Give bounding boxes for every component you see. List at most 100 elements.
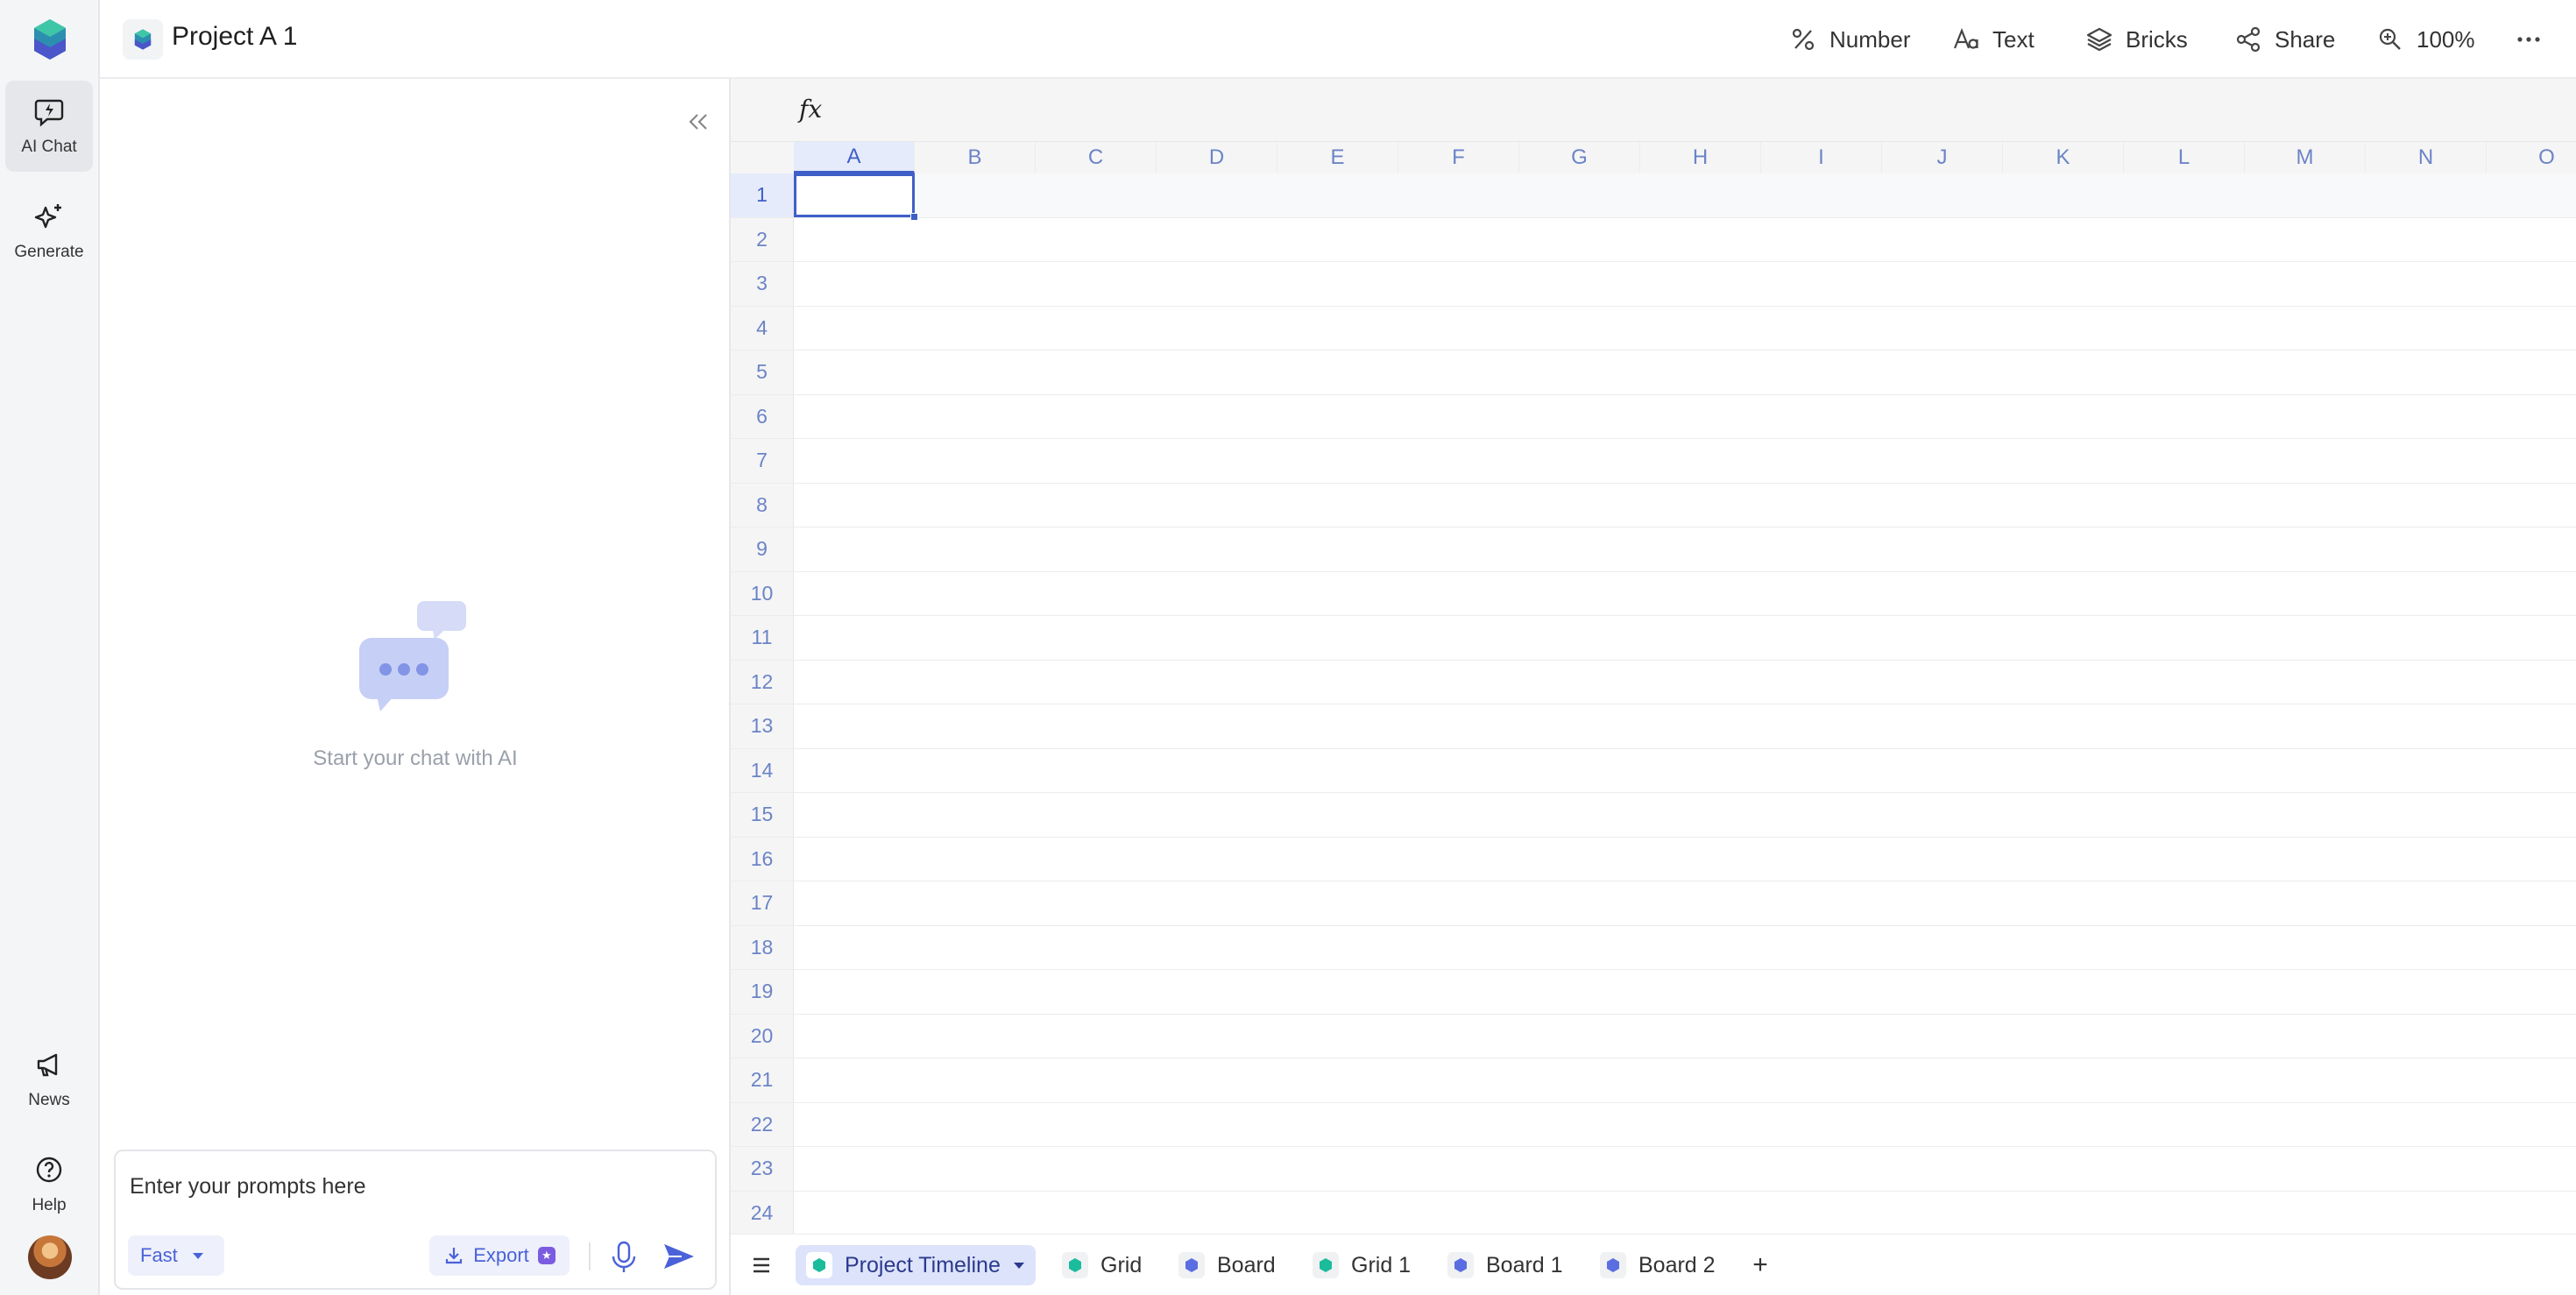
rail-item-help[interactable]: Help	[5, 1139, 93, 1230]
add-sheet-button[interactable]: +	[1742, 1247, 1779, 1284]
row-header[interactable]: 12	[731, 660, 794, 704]
collapse-panel-icon[interactable]	[685, 109, 711, 135]
zoom-button[interactable]: 100%	[2376, 19, 2475, 60]
column-header[interactable]: B	[915, 142, 1036, 173]
rail-item-label: News	[28, 1091, 70, 1109]
grid-row[interactable]: 18	[731, 925, 2576, 970]
grid-row[interactable]: 3	[731, 262, 2576, 307]
row-header[interactable]: 13	[731, 704, 794, 748]
formula-bar[interactable]: fx	[731, 79, 2576, 142]
row-header[interactable]: 18	[731, 925, 794, 969]
row-header[interactable]: 6	[731, 394, 794, 438]
row-header[interactable]: 11	[731, 616, 794, 660]
row-header[interactable]: 9	[731, 527, 794, 571]
rail-item-ai-chat[interactable]: AI Chat	[5, 81, 93, 172]
column-header[interactable]: O	[2487, 142, 2576, 173]
grid-row[interactable]: 5	[731, 350, 2576, 395]
bricks-button[interactable]: Bricks	[2085, 19, 2188, 60]
grid-row[interactable]: 2	[731, 217, 2576, 262]
row-header[interactable]: 20	[731, 1014, 794, 1058]
avatar[interactable]	[28, 1235, 72, 1279]
grid-row[interactable]: 10	[731, 571, 2576, 616]
column-header[interactable]: G	[1519, 142, 1640, 173]
grid-row[interactable]: 21	[731, 1058, 2576, 1103]
mode-select[interactable]: Fast	[128, 1235, 224, 1276]
row-header[interactable]: 5	[731, 350, 794, 394]
column-header[interactable]: M	[2245, 142, 2366, 173]
export-button[interactable]: Export ★	[429, 1235, 570, 1276]
grid-row[interactable]: 19	[731, 970, 2576, 1015]
grid-row[interactable]: 4	[731, 306, 2576, 350]
prompt-input-box[interactable]: Enter your prompts here Fast Export ★	[114, 1150, 717, 1290]
row-header[interactable]: 14	[731, 748, 794, 792]
row-header[interactable]: 4	[731, 306, 794, 350]
text-format-button[interactable]: Text	[1952, 19, 2035, 60]
spreadsheet[interactable]: fx ABCDEFGHIJKLMNO 1 2 3 4 5 6 7 8 9 10 11 12 13 14 15…	[731, 79, 2576, 1234]
sheet-tab[interactable]: Board	[1168, 1245, 1286, 1285]
row-header[interactable]: 22	[731, 1102, 794, 1146]
sheet-tab[interactable]: Grid 1	[1302, 1245, 1421, 1285]
grid-row[interactable]: 22	[731, 1102, 2576, 1147]
grid-row[interactable]: 11	[731, 616, 2576, 661]
menu-icon[interactable]	[750, 1254, 773, 1277]
grid-row[interactable]: 1	[731, 173, 2576, 218]
row-header[interactable]: 23	[731, 1147, 794, 1191]
rail-item-news[interactable]: News	[5, 1034, 93, 1125]
caret-down-icon[interactable]	[1013, 1261, 1025, 1270]
row-header[interactable]: 10	[731, 571, 794, 615]
grid-row[interactable]: 12	[731, 660, 2576, 704]
number-format-button[interactable]: Number	[1789, 19, 1910, 60]
grid-row[interactable]: 7	[731, 439, 2576, 484]
column-header[interactable]: J	[1882, 142, 2003, 173]
column-header[interactable]: N	[2366, 142, 2487, 173]
column-header[interactable]: A	[794, 142, 915, 173]
column-header[interactable]: L	[2124, 142, 2245, 173]
grid-row[interactable]: 20	[731, 1014, 2576, 1058]
grid-row[interactable]: 17	[731, 881, 2576, 926]
row-header[interactable]: 21	[731, 1058, 794, 1102]
row-header[interactable]: 1	[731, 173, 794, 217]
send-icon[interactable]	[659, 1237, 697, 1276]
row-header[interactable]: 16	[731, 837, 794, 881]
grid-row[interactable]: 13	[731, 704, 2576, 749]
grid-row[interactable]: 9	[731, 527, 2576, 572]
grid-row[interactable]: 8	[731, 483, 2576, 527]
row-header[interactable]: 7	[731, 439, 794, 483]
select-all-corner[interactable]	[731, 142, 794, 173]
row-header[interactable]: 3	[731, 262, 794, 306]
selected-cell[interactable]	[794, 173, 915, 217]
fill-handle[interactable]	[910, 213, 918, 221]
grid-row[interactable]: 14	[731, 748, 2576, 793]
column-header[interactable]: D	[1157, 142, 1277, 173]
row-header[interactable]: 17	[731, 881, 794, 925]
row-header[interactable]: 8	[731, 483, 794, 527]
prompt-input[interactable]: Enter your prompts here	[130, 1174, 366, 1199]
more-options-button[interactable]	[2515, 19, 2543, 60]
grid-row[interactable]: 24	[731, 1191, 2576, 1234]
sheet-tab[interactable]: Grid	[1051, 1245, 1152, 1285]
row-header[interactable]: 24	[731, 1191, 794, 1234]
row-header[interactable]: 19	[731, 970, 794, 1014]
share-icon	[2236, 26, 2261, 53]
column-header[interactable]: I	[1761, 142, 1882, 173]
grid-row[interactable]: 15	[731, 793, 2576, 838]
sheet-tab[interactable]: Board 2	[1589, 1245, 1726, 1285]
row-header[interactable]: 2	[731, 217, 794, 261]
column-header[interactable]: E	[1277, 142, 1398, 173]
page-title[interactable]: Project A 1	[172, 22, 297, 52]
column-header[interactable]: K	[2003, 142, 2124, 173]
column-header[interactable]: C	[1036, 142, 1157, 173]
rail-item-generate[interactable]: Generate	[5, 186, 93, 277]
grid-row[interactable]: 6	[731, 394, 2576, 439]
microphone-icon[interactable]	[605, 1237, 643, 1276]
column-header[interactable]: H	[1640, 142, 1761, 173]
grid-row[interactable]: 16	[731, 837, 2576, 881]
sheet-tab[interactable]: Board 1	[1437, 1245, 1574, 1285]
share-button[interactable]: Share	[2234, 19, 2335, 60]
app-logo-icon[interactable]	[32, 18, 67, 61]
column-header[interactable]: F	[1398, 142, 1519, 173]
row-header[interactable]: 15	[731, 793, 794, 837]
grid-row[interactable]: 23	[731, 1147, 2576, 1192]
sheet-tab[interactable]: Project Timeline	[796, 1245, 1036, 1285]
column-header-row: ABCDEFGHIJKLMNO	[731, 142, 2576, 173]
